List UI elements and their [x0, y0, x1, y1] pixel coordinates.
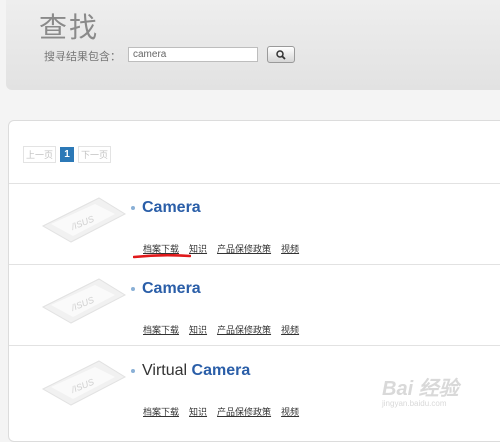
- current-page[interactable]: 1: [60, 147, 75, 162]
- laptop-thumbnail: /ISUS: [41, 360, 127, 406]
- laptop-thumbnail: /ISUS: [41, 278, 127, 324]
- search-input[interactable]: [128, 47, 258, 62]
- warranty-link[interactable]: 产品保修政策: [217, 323, 271, 336]
- video-link[interactable]: 视频: [281, 405, 299, 418]
- video-link[interactable]: 视频: [281, 242, 299, 255]
- baidu-watermark: Bai 经验 jingyan.baidu.com: [382, 378, 459, 408]
- page-title: 查找: [39, 11, 100, 44]
- result-item: /ISUS Camera 档案下载 知识 产品保修政策 视频: [9, 265, 500, 345]
- laptop-thumbnail: /ISUS: [41, 197, 127, 243]
- warranty-link[interactable]: 产品保修政策: [217, 242, 271, 255]
- search-header: 查找 搜寻结果包含：: [6, 0, 500, 90]
- result-title[interactable]: Camera: [131, 199, 201, 217]
- divider: [9, 345, 500, 346]
- warranty-link[interactable]: 产品保修政策: [217, 405, 271, 418]
- prev-page-link[interactable]: 上一页: [23, 146, 57, 163]
- red-underline-annotation: [133, 254, 191, 259]
- search-button[interactable]: [267, 46, 295, 63]
- next-page-link[interactable]: 下一页: [78, 146, 112, 163]
- bullet-icon: [131, 206, 135, 210]
- knowledge-link[interactable]: 知识: [189, 242, 207, 255]
- download-link[interactable]: 档案下载: [143, 323, 179, 336]
- bullet-icon: [131, 287, 135, 291]
- search-icon: [276, 49, 286, 60]
- result-links: 档案下载 知识 产品保修政策 视频: [143, 323, 299, 336]
- knowledge-link[interactable]: 知识: [189, 323, 207, 336]
- download-link[interactable]: 档案下载: [143, 405, 179, 418]
- result-item: /ISUS Camera 档案下载 知识 产品保修政策 视频: [9, 184, 500, 264]
- result-title[interactable]: Camera: [131, 280, 201, 298]
- video-link[interactable]: 视频: [281, 323, 299, 336]
- result-title[interactable]: Virtual Camera: [131, 362, 250, 380]
- bullet-icon: [131, 369, 135, 373]
- knowledge-link[interactable]: 知识: [189, 405, 207, 418]
- pagination: 上一页 1 下一页: [23, 146, 112, 163]
- result-links: 档案下载 知识 产品保修政策 视频: [143, 405, 299, 418]
- search-label: 搜寻结果包含：: [44, 50, 121, 63]
